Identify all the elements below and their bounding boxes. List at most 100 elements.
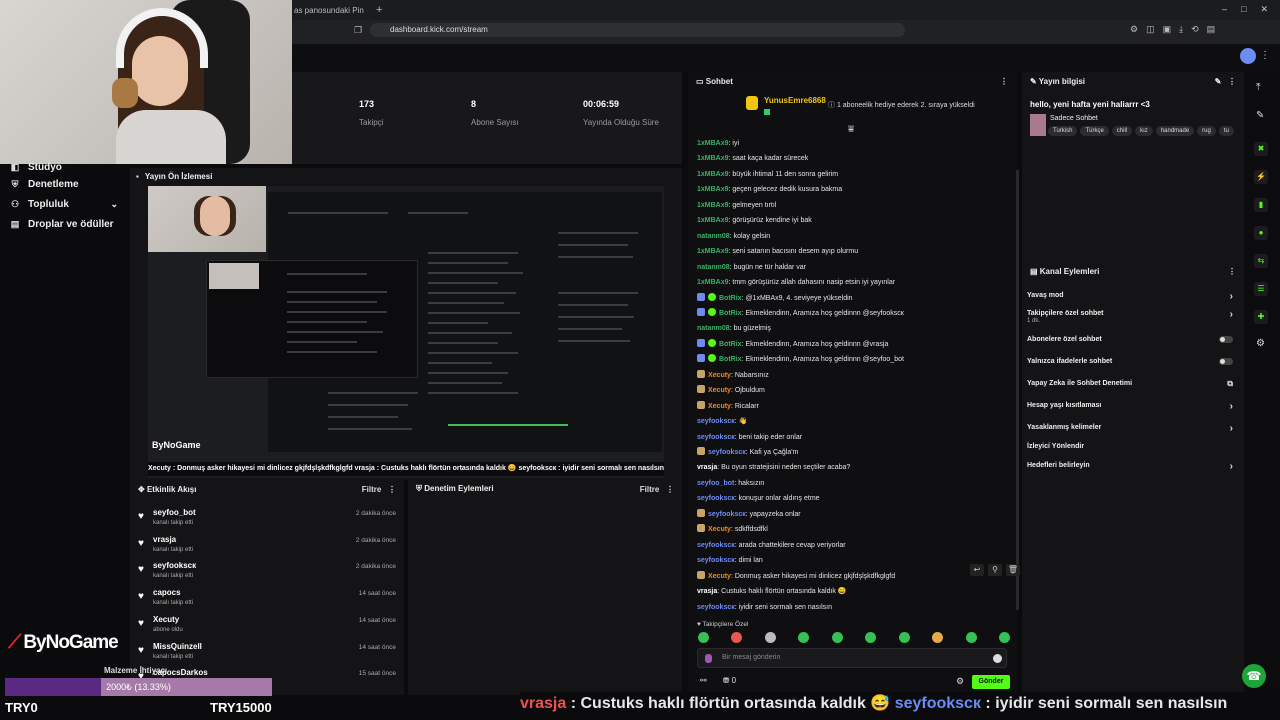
toggle-switch[interactable]: [1219, 358, 1233, 365]
chat-message[interactable]: 1xMBAx9: gelmeyen tırtıl: [697, 200, 776, 212]
chat-settings-icon[interactable]: ⚙: [956, 676, 964, 687]
channel-setting-row[interactable]: Yapay Zeka ile Sohbet Denetimi ⧉: [1027, 379, 1237, 388]
chat-message[interactable]: BotRix: @1xMBAx9, 4. seviyeye yükseldin: [697, 292, 853, 305]
minimize-button[interactable]: –: [1222, 4, 1227, 15]
chat-username[interactable]: BotRix: [719, 295, 742, 302]
chat-message[interactable]: seyfookscк: Kafi ya Çağla'm: [697, 447, 798, 459]
chat-username[interactable]: natanm08: [697, 264, 730, 271]
more-icon[interactable]: ⋮: [1228, 267, 1236, 276]
chat-message[interactable]: seyfookscк: yapayzeka onlar: [697, 508, 801, 521]
reply-icon[interactable]: ↩: [970, 564, 984, 576]
chat-filter-icon[interactable]: ⩸: [848, 124, 854, 135]
emote-icon[interactable]: [798, 632, 810, 643]
chat-username[interactable]: seyfookscк: [697, 495, 735, 502]
emote-icon[interactable]: [865, 632, 877, 643]
emote-icon[interactable]: [965, 632, 977, 643]
category-name[interactable]: Sadece Sohbet: [1050, 115, 1098, 122]
chat-message[interactable]: Xecuty: Ojbuldum: [697, 385, 765, 397]
chat-username[interactable]: seyfoo_bot: [697, 480, 734, 487]
chat-message[interactable]: 1xMBAx9: tmm görüşürüz allah dahasını na…: [697, 277, 895, 289]
chat-message[interactable]: seyfookscк: iyidir seni sormalı sen nası…: [697, 602, 832, 614]
chat-message[interactable]: seyfoo_bot: haksızın: [697, 478, 764, 490]
channel-setting-row[interactable]: Takipçilere özel sohbet 1 dk. ›: [1027, 309, 1237, 324]
sidebar-item-moderation[interactable]: ⛨ Denetleme: [0, 174, 130, 194]
chat-message[interactable]: 1xMBAx9: geçen gelecez dedik kusura bakm…: [697, 184, 842, 196]
sidebar-item-drops[interactable]: ▤ Droplar ve ödüller: [0, 214, 130, 234]
chat-message[interactable]: Xecuty: Nabarsınız: [697, 369, 769, 382]
chat-message[interactable]: BotRix: Ekmeklendinn, Aramıza hoş geldin…: [697, 307, 904, 320]
channel-setting-row[interactable]: İzleyici Yönlendir: [1027, 443, 1237, 450]
tag-chip[interactable]: rug: [1197, 126, 1216, 136]
emoji-icon[interactable]: [993, 654, 1002, 663]
activity-item[interactable]: ♥ MissQuinzell kanalı takip etti 14 saat ön…: [130, 640, 404, 666]
chat-message[interactable]: vrasja: Custuks haklı flörtün ortasında …: [697, 586, 847, 598]
edit-icon[interactable]: ✎ ⋮: [1215, 77, 1236, 86]
chat-username[interactable]: 1xMBAx9: [697, 279, 729, 286]
channel-setting-row[interactable]: Yasaklanmış kelimeler ›: [1027, 423, 1237, 434]
chat-username[interactable]: BotRix: [719, 356, 742, 363]
lightning-icon[interactable]: ⚡: [1254, 170, 1268, 184]
download-icon[interactable]: ⤓: [1179, 24, 1183, 35]
chat-scrollbar[interactable]: [1016, 170, 1019, 610]
channel-setting-row[interactable]: Hesap yaşı kısıtlaması ›: [1027, 401, 1237, 412]
extension-icon[interactable]: ▤: [1207, 24, 1216, 35]
chat-message[interactable]: 1xMBAx9: saat kaça kadar sürecek: [697, 153, 808, 165]
chat-username[interactable]: seyfookscк: [697, 604, 735, 611]
chat-username[interactable]: vrasja: [697, 464, 717, 471]
chat-username[interactable]: Xecuty: [708, 573, 731, 580]
bookmark-icon[interactable]: ❐: [354, 25, 362, 36]
sidebar-item-community[interactable]: ⚇ Topluluk ⌄: [0, 194, 130, 214]
chat-username[interactable]: 1xMBAx9: [697, 202, 729, 209]
chat-username[interactable]: seyfookscк: [708, 449, 746, 456]
chat-username[interactable]: Xecuty: [708, 526, 731, 533]
pinned-username[interactable]: YunusEmre6868: [764, 96, 826, 105]
mod-tool-icon[interactable]: ✖: [1254, 142, 1268, 156]
extension-icon[interactable]: ⚙: [1130, 24, 1138, 35]
channel-setting-row[interactable]: Hedefleri belirleyin ›: [1027, 461, 1237, 472]
chat-message[interactable]: seyfookscк: beni takip eder onlar: [697, 432, 802, 444]
chat-username[interactable]: natanm08: [697, 325, 730, 332]
emote-icon[interactable]: [898, 632, 910, 643]
chat-menu-icon[interactable]: ⋮: [1000, 77, 1008, 86]
chat-username[interactable]: Xecuty: [708, 387, 731, 394]
activity-item[interactable]: ♥ Xecuty abone oldu 14 saat önce: [130, 613, 404, 639]
poll-icon[interactable]: ▮: [1254, 198, 1268, 212]
chat-message[interactable]: Xecuty: Ricalarr: [697, 400, 759, 413]
sidebar-item-studio[interactable]: ◧ Stüdyo: [0, 160, 130, 174]
microphone-icon[interactable]: [705, 654, 712, 663]
bot-counter[interactable]: ⛃ 0: [723, 676, 736, 685]
chat-username[interactable]: seyfookscк: [708, 511, 746, 518]
new-tab-button[interactable]: +: [376, 4, 382, 16]
pin-icon[interactable]: ⚲: [988, 564, 1002, 576]
filter-button[interactable]: Filtre ⋮: [362, 485, 396, 494]
activity-item[interactable]: ♥ capocs kanalı takip etti 14 saat önce: [130, 586, 404, 612]
chat-username[interactable]: 1xMBAx9: [697, 248, 729, 255]
more-menu-icon[interactable]: ⋮: [1260, 50, 1270, 61]
address-bar[interactable]: dashboard.kick.com/stream: [370, 23, 905, 37]
chat-bubble-icon[interactable]: ●: [1254, 226, 1268, 240]
chat-username[interactable]: Xecuty: [708, 403, 731, 410]
extension-icon[interactable]: ▣: [1163, 24, 1172, 35]
chat-input[interactable]: Bir mesaj gönderin: [697, 648, 1007, 668]
stream-preview-video[interactable]: [148, 186, 664, 478]
emote-icon[interactable]: [764, 632, 776, 643]
settings-icon[interactable]: ⚙: [1256, 338, 1265, 349]
tag-chip[interactable]: tu: [1218, 126, 1234, 136]
emote-icon[interactable]: [932, 632, 944, 643]
chat-message[interactable]: 1xMBAx9: iyi: [697, 138, 739, 150]
chat-message[interactable]: 1xMBAx9: seni satanın bacısını desem ayı…: [697, 246, 858, 258]
tag-chip[interactable]: chill: [1111, 126, 1133, 136]
chat-username[interactable]: BotRix: [719, 310, 742, 317]
activity-item[interactable]: ♥ seyfoo_bot kanalı takip etti 2 dakika önc…: [130, 506, 404, 532]
channel-setting-row[interactable]: Yavaş mod ›: [1027, 291, 1237, 302]
channel-setting-row[interactable]: Yalnızca ifadelerle sohbet: [1027, 358, 1237, 365]
chat-message[interactable]: natanm08: kolay gelsin: [697, 231, 770, 243]
chat-message[interactable]: BotRix: Ekmeklendinn, Aramıza hoş geldin…: [697, 354, 904, 366]
emote-icon[interactable]: [698, 632, 709, 643]
browser-tab[interactable]: as panosundaki Pin: [290, 6, 370, 15]
activity-item[interactable]: ♥ vrasja kanalı takip etti 2 dakika önce: [130, 533, 404, 559]
chat-message[interactable]: BotRix: Ekmeklendinn, Aramıza hoş geldin…: [697, 338, 888, 351]
list-icon[interactable]: ☰: [1254, 282, 1268, 296]
raid-icon[interactable]: ⇆: [1254, 254, 1268, 268]
support-icon[interactable]: ☎: [1242, 664, 1266, 688]
